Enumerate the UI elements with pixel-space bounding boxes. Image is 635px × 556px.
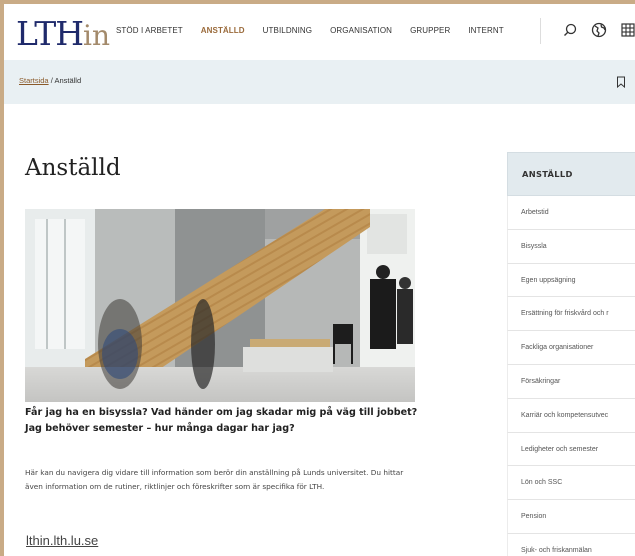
nav-divider [540,18,541,44]
sidebar-item-label: Fackliga organisationer [521,344,594,352]
sidebar-menu: Arbetstid Bisyssla Egen uppsägning Ersät… [507,196,635,556]
sidebar-item-label: Ledigheter och semester [521,445,599,453]
bookmark-icon[interactable] [616,76,626,88]
logo-in: in [83,19,111,52]
sidebar-item-karriar[interactable]: Karriär och kompetensutvec [507,398,635,433]
sidebar-item-label: Bisyssla [521,242,547,250]
sidebar-item-arbetstid[interactable]: Arbetstid [507,196,635,230]
sidebar-heading[interactable]: ANSTÄLLD [507,152,635,196]
nav-grupper[interactable]: GRUPPER [410,26,450,35]
site-domain: lthin.lth.lu.se [26,533,99,548]
lead-text: Får jag ha en bisyssla? Vad händer om ja… [25,407,418,434]
site-header: LTHin STÖD I ARBETET ANSTÄLLD UTBILDNING… [4,4,635,60]
sidebar-item-fackliga[interactable]: Fackliga organisationer [507,331,635,365]
sidebar-heading-label: ANSTÄLLD [522,169,573,179]
sidebar-item-label: Lön och SSC [521,479,563,487]
sidebar-item-ersattning[interactable]: Ersättning för friskvård och r [507,297,635,332]
main-nav: STÖD I ARBETET ANSTÄLLD UTBILDNING ORGAN… [116,26,522,35]
sidebar-item-pension[interactable]: Pension [507,500,635,534]
hero-image [25,209,415,402]
nav-stod-i-arbetet[interactable]: STÖD I ARBETET [116,26,183,35]
page-frame: LTHin STÖD I ARBETET ANSTÄLLD UTBILDNING… [4,4,635,556]
sidebar-item-label: Arbetstid [521,209,549,216]
nav-organisation[interactable]: ORGANISATION [330,26,392,35]
search-icon[interactable] [562,22,578,38]
nav-internt[interactable]: INTERNT [468,26,503,35]
language-globe-icon[interactable] [591,22,607,38]
sidebar-item-egen-uppsagning[interactable]: Egen uppsägning [507,263,635,298]
nav-utbildning[interactable]: UTBILDNING [263,26,312,35]
breadcrumb-home-link[interactable]: Startsida [19,76,49,85]
lthin-logo[interactable]: LTHin [16,14,111,53]
logo-lth: LTH [16,14,84,53]
sidebar-item-ledigheter[interactable]: Ledigheter och semester [507,432,635,467]
page-title: Anställd [25,155,121,181]
sidebar-item-lon[interactable]: Lön och SSC [507,466,635,501]
sidebar-item-label: Karriär och kompetensutvec [521,411,609,419]
breadcrumb-bar: Startsida / Anställd [4,60,635,104]
sidebar-item-label: Försäkringar [521,377,561,385]
breadcrumb: Startsida / Anställd [19,76,81,85]
sidebar-item-label: Egen uppsägning [521,276,576,284]
intro-paragraph: Här kan du navigera dig vidare till info… [25,468,404,491]
sidebar-item-bisyssla[interactable]: Bisyssla [507,229,635,264]
sidebar-item-sjuk[interactable]: Sjuk- och friskanmälan [507,533,635,556]
sidebar-item-forsakringar[interactable]: Försäkringar [507,364,635,399]
sidebar-item-label: Ersättning för friskvård och r [521,310,609,318]
sidebar-item-label: Pension [521,513,547,521]
apps-grid-icon[interactable] [620,22,635,38]
nav-anstalld[interactable]: ANSTÄLLD [201,26,245,35]
sidebar-item-label: Sjuk- och friskanmälan [521,546,592,554]
breadcrumb-current: Anställd [54,76,82,85]
